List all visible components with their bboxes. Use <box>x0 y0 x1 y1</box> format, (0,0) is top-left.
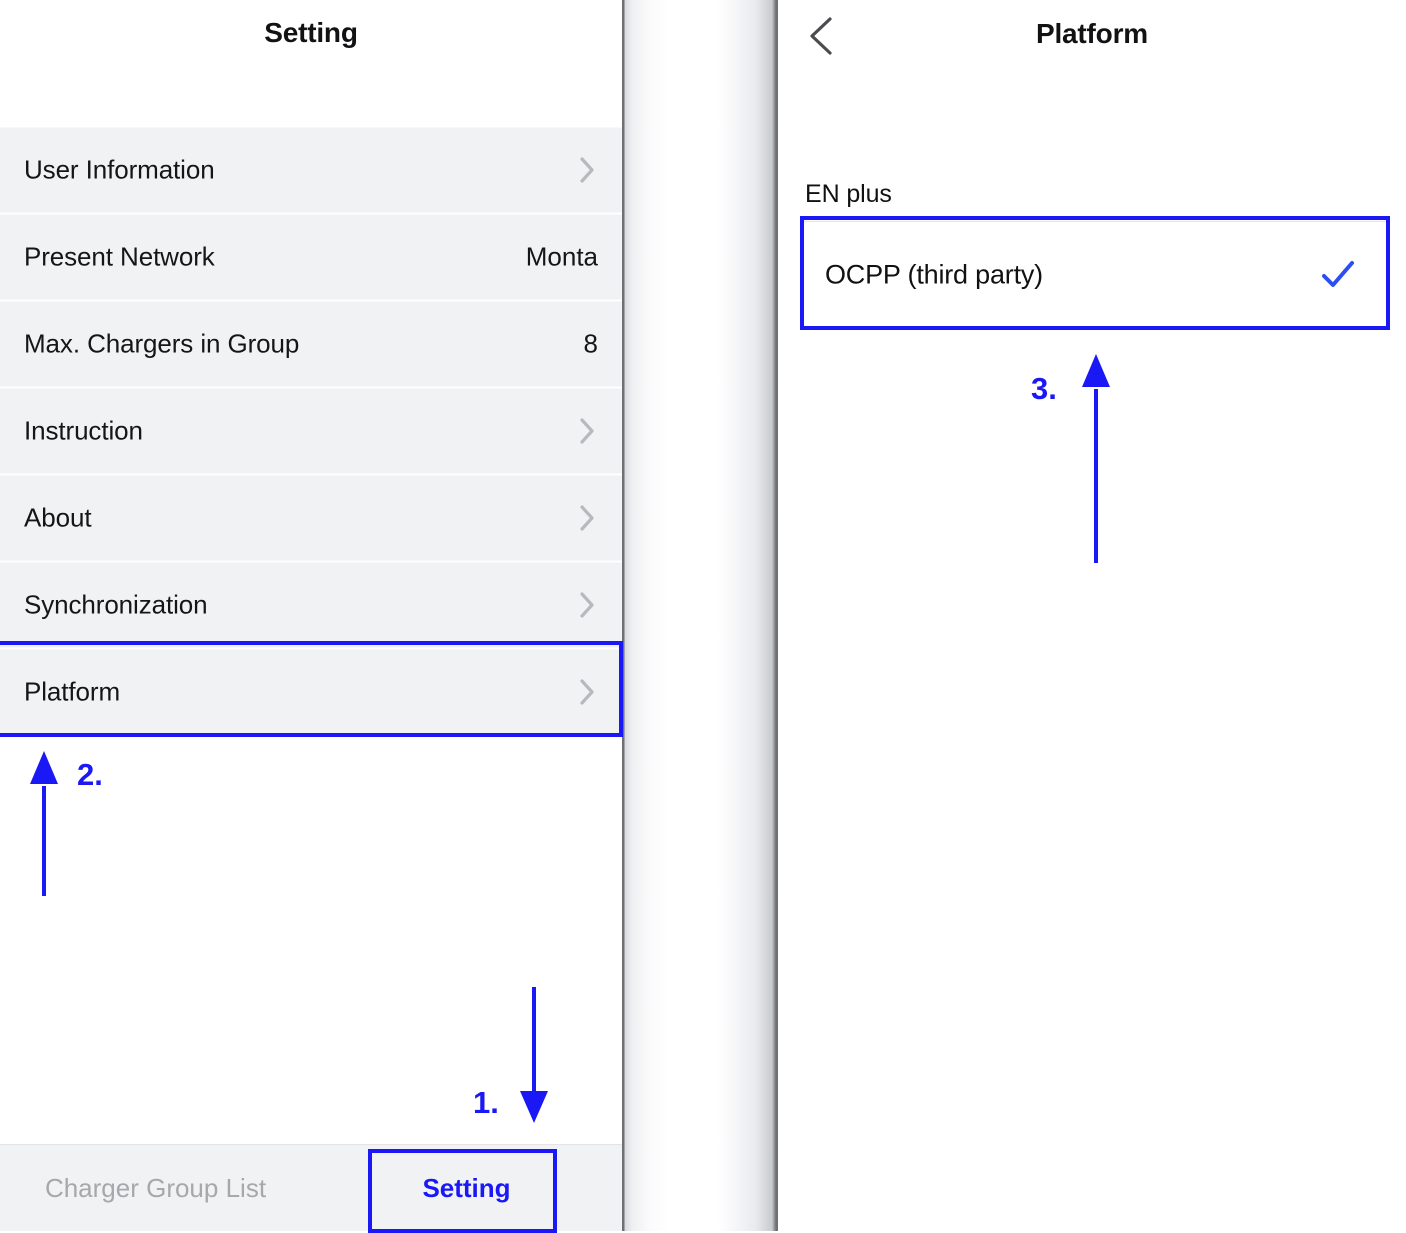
setting-screen: Setting User Information Present Network… <box>0 0 622 1231</box>
chevron-right-icon <box>580 417 596 445</box>
settings-row-label: User Information <box>24 154 215 185</box>
settings-row-value: 8 <box>583 328 598 359</box>
panel-divider <box>622 0 778 1231</box>
settings-row-label: Synchronization <box>24 589 208 620</box>
page-title: Platform <box>1036 18 1148 49</box>
platform-nav-header: Platform <box>778 0 1406 127</box>
screenshot-stage: Setting User Information Present Network… <box>0 0 1406 1233</box>
back-button[interactable] <box>804 14 838 58</box>
settings-row-label: Instruction <box>24 415 143 446</box>
platform-option-group: OCPP (third party) <box>800 216 1390 334</box>
page-title: Setting <box>264 17 358 48</box>
tab-charger-group-list[interactable]: Charger Group List <box>0 1145 311 1231</box>
setting-nav-header: Setting <box>0 0 622 127</box>
tab-setting[interactable]: Setting <box>311 1145 622 1231</box>
tab-label: Setting <box>422 1172 511 1203</box>
platform-screen: Platform EN plus OCPP (third party) <box>778 0 1406 1231</box>
settings-row-max-chargers-in-group[interactable]: Max. Chargers in Group 8 <box>0 301 622 387</box>
option-label: OCPP (third party) <box>825 259 1043 290</box>
settings-row-platform[interactable]: Platform <box>0 649 622 735</box>
section-label-en-plus: EN plus <box>805 180 892 208</box>
settings-row-present-network[interactable]: Present Network Monta <box>0 214 622 300</box>
chevron-right-icon <box>580 156 596 184</box>
bottom-tab-bar: Charger Group List Setting <box>0 1144 622 1231</box>
settings-list: User Information Present Network Monta M… <box>0 127 622 735</box>
settings-row-instruction[interactable]: Instruction <box>0 388 622 474</box>
settings-row-user-information[interactable]: User Information <box>0 127 622 213</box>
tab-label: Charger Group List <box>44 1172 267 1203</box>
chevron-right-icon <box>580 504 596 532</box>
settings-row-label: About <box>24 502 92 533</box>
chevron-right-icon <box>580 678 596 706</box>
settings-row-label: Max. Chargers in Group <box>24 328 300 359</box>
chevron-right-icon <box>580 591 596 619</box>
settings-row-about[interactable]: About <box>0 475 622 561</box>
settings-row-label: Present Network <box>24 241 215 272</box>
platform-option-ocpp-third-party[interactable]: OCPP (third party) <box>800 221 1390 329</box>
checkmark-icon <box>1320 257 1356 293</box>
settings-row-synchronization[interactable]: Synchronization <box>0 562 622 648</box>
settings-row-value: Monta <box>525 241 598 272</box>
settings-row-label: Platform <box>24 676 121 707</box>
